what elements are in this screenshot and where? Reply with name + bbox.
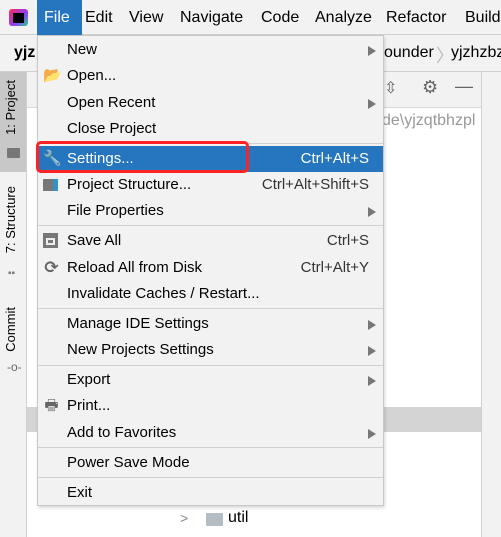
- project-path: de\yjzqtbhzpl: [382, 112, 476, 129]
- menu-analyze[interactable]: Analyze: [315, 0, 372, 35]
- separator: [38, 225, 383, 226]
- minimize-icon[interactable]: —: [455, 76, 473, 97]
- tab-project-label: 1: Project: [3, 80, 18, 135]
- print-icon: 🖶: [44, 397, 59, 414]
- menu-item-label: Close Project: [67, 120, 157, 137]
- menu-item-new[interactable]: New: [38, 37, 383, 63]
- breadcrumb-item[interactable]: ounder: [384, 44, 434, 62]
- menu-file[interactable]: File: [37, 0, 82, 35]
- commit-icon: -o-: [7, 360, 22, 374]
- submenu-arrow-icon: [368, 320, 376, 330]
- shortcut: Ctrl+Alt+Y: [300, 259, 369, 276]
- menu-item-label: Manage IDE Settings: [67, 315, 209, 332]
- menu-item-label: Export: [67, 371, 111, 388]
- shortcut: Ctrl+Alt+S: [300, 150, 369, 167]
- menu-item-label: Save All: [67, 232, 122, 249]
- menu-item-export[interactable]: Export: [38, 367, 383, 393]
- menu-navigate[interactable]: Navigate: [180, 0, 243, 35]
- shortcut: Ctrl+Alt+Shift+S: [261, 176, 369, 193]
- tab-commit-label: Commit: [3, 307, 18, 352]
- menu-build[interactable]: Build: [465, 0, 501, 35]
- menu-item-label: Open...: [67, 67, 117, 84]
- menu-item-label: Invalidate Caches / Restart...: [67, 285, 260, 302]
- submenu-arrow-icon: [368, 429, 376, 439]
- gear-icon[interactable]: ⚙: [422, 77, 438, 98]
- menu-item-label: Project Structure...: [67, 176, 192, 193]
- breadcrumb-item[interactable]: yjzhzbz: [451, 44, 501, 62]
- menu-item-print[interactable]: 🖶 Print...: [38, 393, 383, 419]
- menu-bar: File Edit View Navigate Code Analyze Ref…: [0, 0, 501, 35]
- breadcrumb-project[interactable]: yjz: [14, 44, 35, 62]
- menu-item-label: New Projects Settings: [67, 341, 214, 358]
- menu-code[interactable]: Code: [261, 0, 299, 35]
- tab-structure-label: 7: Structure: [3, 186, 18, 254]
- submenu-arrow-icon: [368, 207, 376, 217]
- folder-open-icon: 📂: [43, 67, 62, 84]
- menu-item-open-recent[interactable]: Open Recent: [38, 90, 383, 116]
- menu-item-manage-ide-settings[interactable]: Manage IDE Settings: [38, 311, 383, 337]
- menu-edit[interactable]: Edit: [85, 0, 113, 35]
- menu-item-label: File Properties: [67, 202, 164, 219]
- menu-refactor[interactable]: Refactor: [386, 0, 446, 35]
- project-structure-icon: [43, 177, 60, 193]
- menu-item-label: Exit: [67, 484, 93, 501]
- menu-item-label: Add to Favorites: [67, 424, 177, 441]
- menu-item-invalidate-caches[interactable]: Invalidate Caches / Restart...: [38, 281, 383, 307]
- structure-icon: ▪▪: [8, 268, 16, 279]
- save-icon: [43, 233, 60, 249]
- submenu-arrow-icon: [368, 376, 376, 386]
- menu-item-save-all[interactable]: Save All Ctrl+S: [38, 228, 383, 254]
- menu-item-reload[interactable]: ⟳ Reload All from Disk Ctrl+Alt+Y: [38, 255, 383, 281]
- menu-item-exit[interactable]: Exit: [38, 480, 383, 506]
- collapse-all-icon[interactable]: ⇳: [384, 78, 397, 98]
- menu-view[interactable]: View: [129, 0, 163, 35]
- separator: [38, 447, 383, 448]
- submenu-arrow-icon: [368, 46, 376, 56]
- tab-commit[interactable]: Commit -o-: [0, 305, 26, 380]
- tab-structure[interactable]: 7: Structure ▪▪: [0, 182, 26, 282]
- annotation-highlight-box: [36, 141, 249, 173]
- reload-icon: ⟳: [44, 258, 59, 277]
- chevron-right-icon[interactable]: >: [180, 510, 188, 526]
- submenu-arrow-icon: [368, 346, 376, 356]
- menu-item-label: Print...: [67, 397, 111, 414]
- menu-item-power-save-mode[interactable]: Power Save Mode: [38, 450, 383, 476]
- menu-item-new-projects-settings[interactable]: New Projects Settings: [38, 337, 383, 363]
- menu-item-label: Reload All from Disk: [67, 259, 203, 276]
- tree-item-util[interactable]: util: [228, 509, 248, 527]
- menu-item-label: New: [67, 41, 98, 58]
- folder-icon: [206, 513, 223, 526]
- separator: [38, 477, 383, 478]
- separator: [38, 308, 383, 309]
- menu-item-add-to-favorites[interactable]: Add to Favorites: [38, 420, 383, 446]
- submenu-arrow-icon: [368, 99, 376, 109]
- right-tool-strip: [481, 72, 501, 537]
- separator: [38, 365, 383, 366]
- menu-item-project-structure[interactable]: Project Structure... Ctrl+Alt+Shift+S: [38, 172, 383, 198]
- menu-item-close-project[interactable]: Close Project: [38, 116, 383, 142]
- folder-icon: [7, 148, 20, 158]
- intellij-logo-icon: [9, 9, 28, 26]
- file-menu: New 📂 Open... Open Recent Close Project 🔧…: [37, 35, 384, 506]
- menu-item-label: Power Save Mode: [67, 454, 190, 471]
- shortcut: Ctrl+S: [326, 232, 369, 249]
- menu-item-open[interactable]: 📂 Open...: [38, 63, 383, 89]
- menu-item-label: Open Recent: [67, 94, 156, 111]
- menu-item-file-properties[interactable]: File Properties: [38, 198, 383, 224]
